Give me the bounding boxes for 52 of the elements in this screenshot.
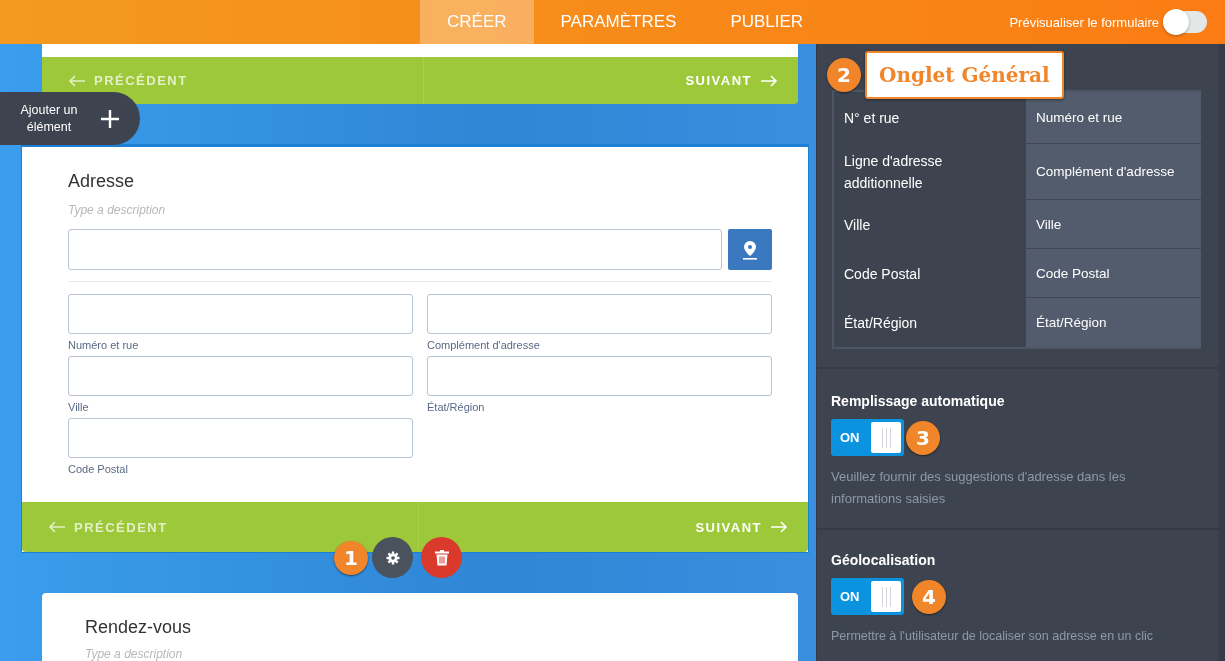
field-sublabel: Code Postal (68, 462, 128, 476)
location-button[interactable] (728, 229, 772, 270)
label-input[interactable]: Code Postal (1026, 249, 1201, 298)
nav-tab[interactable]: PARAMÈTRES (533, 0, 704, 44)
preview-toggle[interactable] (1163, 11, 1207, 33)
setting-description: Veuillez fournir des suggestions d'adresse dans les informations saisies (831, 468, 1127, 508)
setting-title: Remplissage automatique (831, 393, 1006, 409)
text-input[interactable] (427, 356, 772, 396)
table-cell-text: N° et rue (843, 109, 901, 128)
table-cell-text: Code Postal (843, 264, 922, 284)
text-input[interactable] (68, 356, 413, 396)
label-input[interactable]: Numéro et rue (1026, 92, 1201, 144)
arrow-right-icon (760, 74, 778, 87)
address-input[interactable] (68, 229, 722, 270)
text-input[interactable] (427, 294, 772, 334)
add-element-button[interactable]: Ajouter un élément (0, 92, 140, 145)
text-input[interactable] (68, 294, 413, 334)
description-input[interactable]: Type a description (85, 647, 285, 661)
setting-description: Permettre à l'utilisateur de localiser son adresse en un clic (831, 628, 1154, 645)
field-sublabel: Ville (68, 400, 89, 414)
location-pin-icon (742, 239, 758, 260)
field-sublabel: Complément d'adresse (427, 338, 540, 352)
description-input[interactable]: Type a description (68, 203, 268, 217)
nav-tab[interactable]: CRÉER (420, 0, 534, 44)
setting-title: Géolocalisation (831, 552, 937, 568)
next-button[interactable]: SUIVANT (423, 57, 798, 104)
label-input[interactable]: Ville (1026, 200, 1201, 249)
callout-label: Onglet Général (865, 51, 1064, 99)
table-cell-text: Ligne d'adresse additionnelle (843, 152, 944, 193)
next-button[interactable]: SUIVANT (418, 502, 808, 552)
step-marker: 3 (906, 420, 940, 455)
arrow-left-icon (48, 521, 66, 533)
preview-label: Prévisualiser le formulaire (1009, 14, 1159, 30)
nav-tab[interactable]: PUBLIER (703, 0, 831, 44)
step-marker: 4 (912, 579, 946, 614)
label-input[interactable]: État/Région (1026, 298, 1201, 347)
arrow-left-icon (68, 74, 86, 87)
table-cell-text: Ville (843, 215, 872, 235)
plus-icon (100, 108, 120, 129)
settings-icon (385, 550, 400, 565)
field-sublabel: État/Région (427, 400, 485, 414)
label-input[interactable]: Complément d'adresse (1026, 144, 1201, 200)
step-marker: 2 (827, 58, 861, 92)
field-title: Rendez-vous (85, 616, 193, 639)
toggle-switch[interactable]: ON (831, 419, 904, 456)
field-title: Adresse (68, 170, 136, 193)
toggle-switch[interactable]: ON (831, 578, 904, 615)
table-cell-text: État/Région (843, 313, 919, 333)
trash-icon (434, 549, 449, 566)
arrow-right-icon (770, 521, 788, 533)
field-sublabel: Numéro et rue (68, 338, 139, 352)
text-input[interactable] (68, 418, 413, 458)
